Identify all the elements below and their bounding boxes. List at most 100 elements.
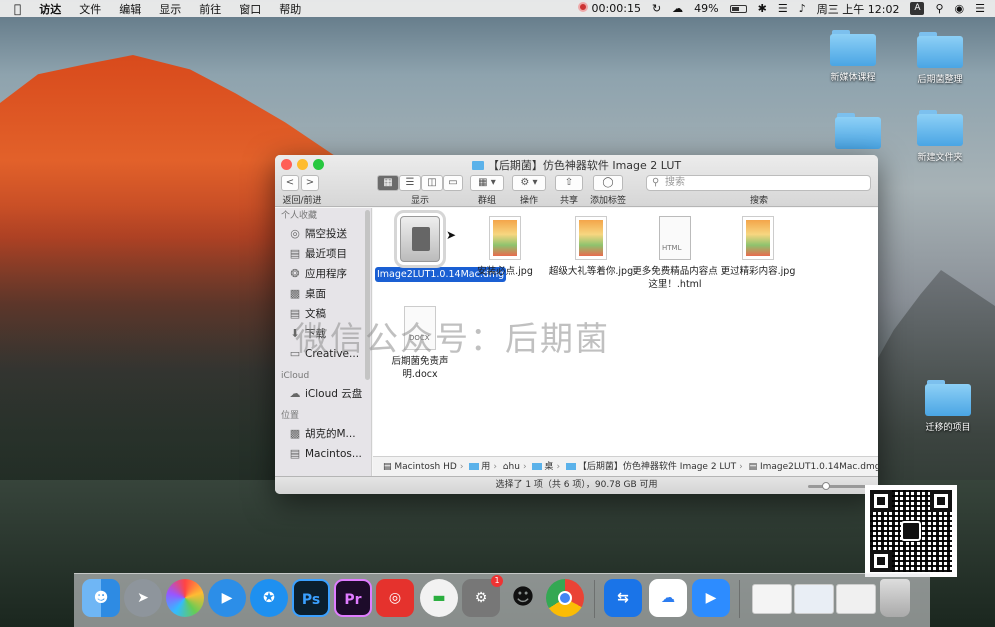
file-item[interactable]: 安装必点.jpg (460, 216, 550, 278)
gear-icon: ⚙ ▾ (520, 177, 538, 188)
path-segment[interactable]: ▤ Image2LUT1.0.14Mac.dmg (749, 462, 878, 472)
applications-icon: ❂ (290, 267, 300, 280)
html-file-icon (659, 216, 691, 260)
airdrop-icon: ◎ (290, 227, 300, 240)
teamviewer-icon[interactable]: ⇆ (604, 579, 642, 617)
icon-view-button[interactable]: ▦ (377, 175, 399, 191)
action-caption: 操作 (519, 196, 538, 206)
path-segment[interactable]: 【后期菌】仿色神器软件 Image 2 LUT (565, 462, 736, 472)
zoom-icon[interactable]: ▶ (692, 579, 730, 617)
sidebar-item-recents[interactable]: ▤ 最近项目 (275, 244, 371, 264)
baidu-netdisk-icon[interactable]: ☁ (649, 579, 687, 617)
status-text: 选择了 1 项（共 6 项），90.78 GB 可用 (495, 480, 658, 490)
computer-icon: ▩ (289, 427, 301, 440)
photoshop-icon[interactable]: Ps (292, 579, 330, 617)
qr-finder-pattern (930, 490, 952, 512)
desktop-folder-label: 新媒体课程 (830, 73, 876, 83)
search-placeholder: 搜索 (665, 177, 685, 188)
menu-window[interactable]: 窗口 (239, 1, 261, 17)
desktop-icon: ▩ (289, 287, 301, 300)
sidebar-item-desktop[interactable]: ▩ 桌面 (275, 284, 371, 304)
status-area: 00:00:15 ↻ ☁ 49% ✱ ☰ ♪ 周三 上午 12:02 A ⚲ ◉… (578, 0, 985, 17)
icon-size-slider[interactable] (808, 482, 868, 490)
cloud-icon: ☁ (289, 387, 301, 400)
netease-music-icon[interactable]: ◎ (376, 579, 414, 617)
notification-center-icon[interactable]: ☰ (975, 2, 985, 15)
desktop-folder-label: 新建文件夹 (917, 153, 963, 163)
tag-caption: 添加标签 (589, 196, 626, 206)
bluetooth-icon[interactable]: ✱ (758, 2, 767, 15)
sidebar-item-macintosh[interactable]: ▤ Macintos... (275, 444, 371, 464)
file-item[interactable]: 更过精彩内容.jpg (713, 216, 803, 278)
menu-help[interactable]: 帮助 (279, 1, 301, 17)
apple-menu-icon[interactable]:  (14, 2, 21, 16)
back-button[interactable]: < (281, 175, 299, 191)
desktop-folder-houqijun[interactable]: 后期菌整理 (900, 32, 980, 85)
battery-percent[interactable]: 49% (694, 2, 718, 15)
trash-icon[interactable] (880, 579, 910, 617)
tag-icon: ◯ (602, 177, 614, 188)
share-caption: 共享 (559, 196, 578, 206)
share-button[interactable]: ⇧ (555, 175, 583, 191)
volume-icon[interactable]: ♪ (799, 2, 806, 15)
sidebar-section-locations: 位置 (281, 411, 300, 421)
menu-go[interactable]: 前往 (199, 1, 221, 17)
minimized-window-icon[interactable] (836, 584, 876, 614)
chrome-icon[interactable] (546, 579, 584, 617)
sidebar-item-computer[interactable]: ▩ 胡克的M... (275, 424, 371, 444)
clock[interactable]: 周三 上午 12:02 (817, 1, 900, 17)
desktop-folder-migrated[interactable]: 迁移的项目 (908, 380, 988, 433)
list-view-button[interactable]: ☰ (399, 175, 421, 191)
search-input[interactable]: ⚲ 搜索 (646, 175, 871, 191)
menu-file[interactable]: 文件 (79, 1, 101, 17)
folder-icon (925, 380, 971, 416)
path-segment[interactable]: ⌂hu (503, 462, 520, 472)
record-indicator[interactable]: 00:00:15 (578, 2, 641, 15)
menu-edit[interactable]: 编辑 (119, 1, 141, 17)
forward-button[interactable]: > (301, 175, 319, 191)
minimized-window-icon[interactable] (794, 584, 834, 614)
file-item[interactable]: 更多免费精品内容点这里！.html (630, 216, 720, 291)
group-button[interactable]: ▦ ▾ (470, 175, 504, 191)
siri-icon[interactable]: ◉ (955, 2, 965, 15)
gallery-view-button[interactable]: ▭ (443, 175, 463, 191)
wechat-app-icon[interactable]: ▬ (420, 579, 458, 617)
system-preferences-icon[interactable]: ⚙ 1 (462, 575, 503, 617)
path-segment[interactable]: 用 (469, 462, 490, 472)
desktop-folder-new-media[interactable]: 新媒体课程 (813, 30, 893, 83)
safari-icon[interactable]: ✪ (250, 579, 288, 617)
premiere-icon[interactable]: Pr (334, 579, 372, 617)
path-segment[interactable]: 桌 (532, 462, 553, 472)
desktop-folder-label: 后期菌整理 (917, 75, 963, 85)
finder-icon[interactable]: ☻ (82, 579, 120, 617)
file-item[interactable]: Image2LUT1.0.14Mac.dmg (375, 210, 507, 282)
path-segment[interactable]: ▤ Macintosh HD (383, 462, 457, 472)
minimized-window-icon[interactable] (752, 584, 792, 614)
status-bar: 选择了 1 项（共 6 项），90.78 GB 可用 (275, 476, 878, 494)
column-view-button[interactable]: ◫ (421, 175, 443, 191)
folder-icon (917, 110, 963, 146)
wifi-icon[interactable]: ☰ (778, 2, 788, 15)
sync-icon[interactable]: ↻ (652, 2, 661, 15)
input-method-icon[interactable]: A (910, 2, 925, 15)
action-button[interactable]: ⚙ ▾ (512, 175, 546, 191)
file-name: 更过精彩内容.jpg (720, 266, 796, 277)
spotlight-icon[interactable]: ⚲ (935, 2, 943, 15)
menu-view[interactable]: 显示 (159, 1, 181, 17)
file-item[interactable]: 超级大礼等着你.jpg (546, 216, 636, 278)
desktop-folder-partial[interactable] (818, 113, 898, 153)
desktop-folder-new[interactable]: 新建文件夹 (900, 110, 980, 163)
qq-icon[interactable]: ☻ (504, 579, 542, 617)
photos-icon[interactable] (166, 579, 204, 617)
sidebar-item-icloud-drive[interactable]: ☁ iCloud 云盘 (275, 384, 371, 404)
notification-badge: 1 (491, 575, 503, 587)
sidebar-item-airdrop[interactable]: ◎ 隔空投送 (275, 224, 371, 244)
sidebar-item-applications[interactable]: ❂ 应用程序 (275, 264, 371, 284)
search-caption: 搜索 (749, 196, 768, 206)
menu-finder[interactable]: 访达 (39, 1, 61, 17)
music-player-icon[interactable]: ▶ (208, 579, 246, 617)
tag-button[interactable]: ◯ (593, 175, 623, 191)
launchpad-icon[interactable]: ➤ (124, 579, 162, 617)
battery-icon[interactable] (729, 4, 747, 13)
cloud-status-icon[interactable]: ☁ (672, 2, 683, 15)
